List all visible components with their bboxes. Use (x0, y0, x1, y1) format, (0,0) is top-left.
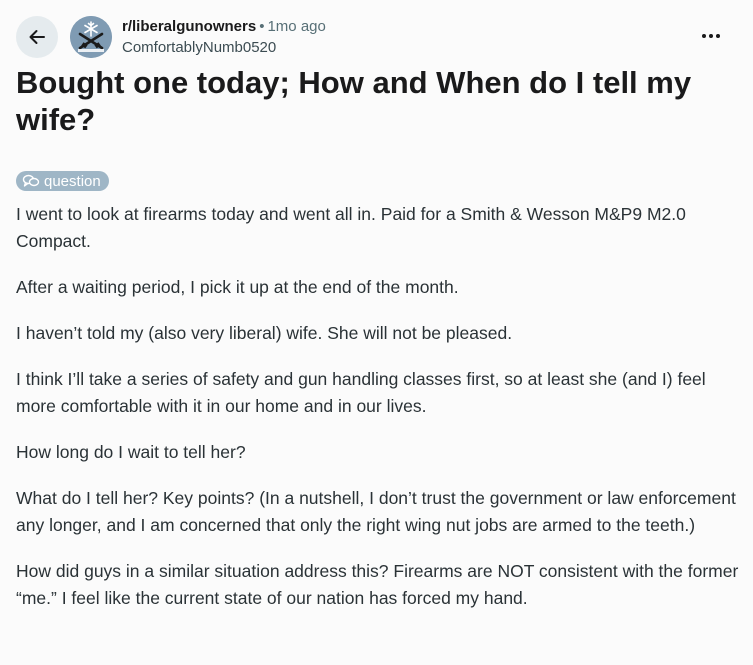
body-paragraph: I think I’ll take a series of safety and… (16, 369, 706, 416)
body-paragraph: How long do I wait to tell her? (16, 442, 246, 462)
body-paragraph: What do I tell her? Key points? (In a nu… (16, 488, 736, 535)
post-title: Bought one today; How and When do I tell… (16, 65, 692, 137)
community-avatar-icon (70, 16, 112, 58)
post-header: r/liberalgunowners • 1mo ago ComfortablyNu… (0, 0, 753, 70)
arrow-left-icon (29, 30, 45, 44)
body-paragraph: How did guys in a similar situation addr… (16, 561, 739, 608)
body-paragraph: I haven’t told my (also very liberal) wi… (16, 323, 513, 343)
more-options-button[interactable] (693, 20, 729, 52)
meta-separator: • (259, 18, 265, 35)
back-button[interactable] (16, 16, 58, 58)
body-paragraph: After a waiting period, I pick it up at … (16, 277, 459, 297)
community-avatar[interactable] (70, 16, 112, 58)
post-age: 1mo ago (267, 18, 326, 35)
body-paragraph: I went to look at firearms today and wen… (16, 204, 686, 251)
flair-label: question (44, 172, 101, 190)
post-body: I went to look at firearms today and wen… (16, 201, 741, 631)
author-link[interactable]: ComfortablyNumb0520 (122, 38, 326, 58)
meta-row: r/liberalgunowners • 1mo ago (122, 17, 326, 37)
post-meta: r/liberalgunowners • 1mo ago ComfortablyNu… (122, 17, 326, 58)
chat-bubbles-icon (22, 174, 40, 187)
subreddit-link[interactable]: r/liberalgunowners (122, 18, 256, 35)
more-horizontal-icon (702, 34, 720, 38)
post-flair[interactable]: question (16, 171, 109, 191)
